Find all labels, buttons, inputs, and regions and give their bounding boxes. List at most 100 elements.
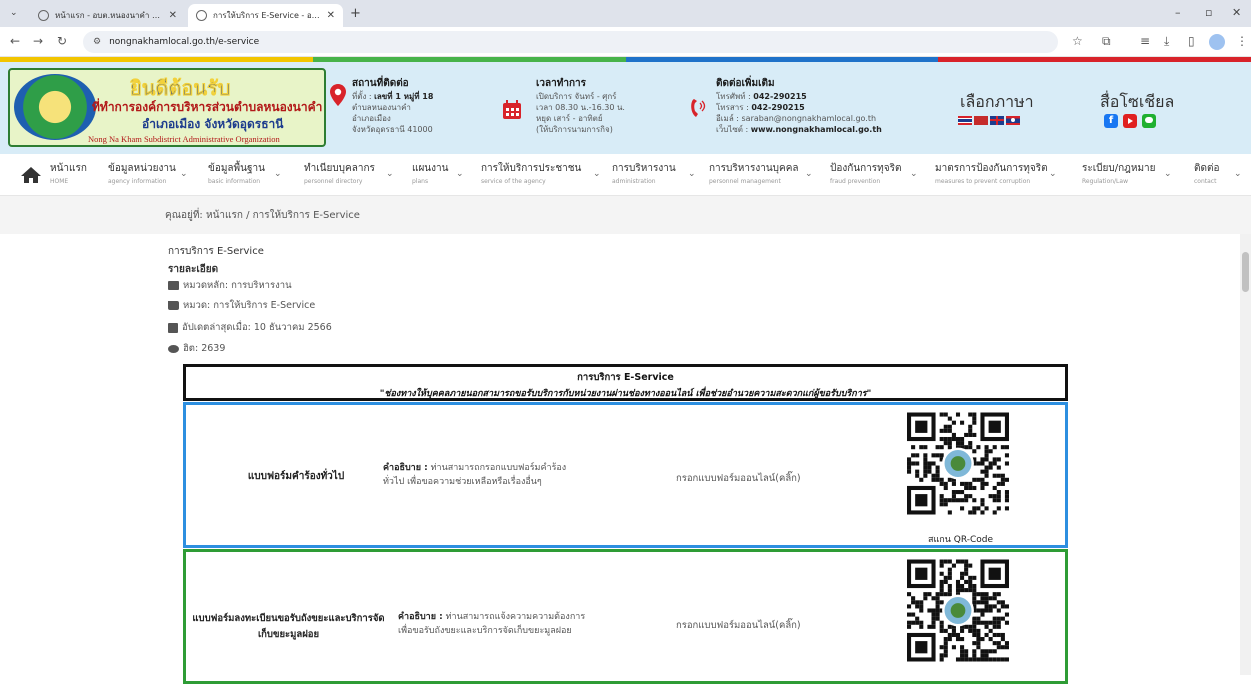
social-title: สื่อโซเชียล [1100,92,1175,111]
category-text[interactable]: หมวด: การให้บริการ E-Service [183,298,315,313]
main-category-text[interactable]: หมวดหลัก: การบริหารงาน [183,278,292,293]
close-tab-icon[interactable]: ✕ [327,10,335,21]
hits-text: ฮิต: 2639 [183,343,226,354]
calendar-small-icon [168,322,178,333]
nav-item-home[interactable]: หน้าแรก HOME [50,161,87,185]
site-logo[interactable]: ยินดีต้อนรับ ที่ทำการองค์การบริหารส่วนตำ… [8,68,326,147]
updated: อัปเดตล่าสุดเมื่อ: 10 ธันวาคม 2566 [168,320,332,335]
browser-tab-eservice[interactable]: การให้บริการ E-Service - อบต.หนอ ✕ [188,4,343,27]
url-text: nongnakhamlocal.go.th/e-service [109,37,260,47]
service-description: คำอธิบาย : ท่านสามารถกรอกแบบฟอร์มคำร้อง … [383,461,566,489]
sidepanel-icon[interactable]: ▯ [1188,34,1195,48]
site-header: ยินดีต้อนรับ ที่ทำการองค์การบริหารส่วนตำ… [0,62,1251,154]
page-scrollbar[interactable] [1240,234,1251,675]
eservice-banner: การบริการ E-Service "ช่องทางให้บุคคลภายน… [183,364,1068,401]
nav-item-basic-info[interactable]: ข้อมูลพื้นฐาน basic information ⌄ [208,161,282,185]
address-value: เลขที่ 1 หมู่ที่ 18 [374,92,434,101]
nav-sublabel: measures to prevent corruption [935,178,1031,185]
site-link[interactable]: www.nongnakhamlocal.go.th [751,125,882,134]
main-category: หมวดหลัก: การบริหารงาน [168,278,292,293]
description-label: คำอธิบาย : [383,463,428,473]
qr-code-image [907,412,1009,515]
language-flags [958,116,1020,125]
hours-line: (ให้บริการนามการกิจ) [536,125,613,134]
nav-item-regulation[interactable]: ระเบียบ/กฎหมาย Regulation/Law ⌄ [1082,161,1172,185]
phone-number[interactable]: 042-290215 [753,92,806,101]
nav-label: ระเบียบ/กฎหมาย [1082,163,1156,174]
nav-sublabel: basic information [208,178,261,185]
breadcrumb-text[interactable]: คุณอยู่ที่: หน้าแรก / การให้บริการ E-Ser… [165,208,360,223]
address-bar[interactable]: ⚙ nongnakhamlocal.go.th/e-service [83,31,1058,53]
chevron-down-icon: ⌄ [688,169,696,179]
fax-label: โทรสาร : [716,103,749,112]
youtube-icon[interactable] [1123,114,1137,128]
browser-tab-home[interactable]: หน้าแรก - อบต.หนองนาคำ อ.เมือง ✕ [30,4,185,27]
minimize-button[interactable]: – [1175,6,1181,19]
site-label: เว็บไซต์ : [716,125,749,134]
description-text: ท่านสามารถกรอกแบบฟอร์มคำร้อง [430,463,567,473]
favicon-icon [196,10,207,21]
nav-sublabel: HOME [50,178,69,185]
chevron-down-icon: ⌄ [386,169,394,179]
nav-item-administration[interactable]: การบริหารงาน administration ⌄ [612,161,696,185]
nav-label: มาตรการป้องกันการทุจริต [935,163,1048,174]
lao-flag-icon[interactable] [1006,116,1020,125]
fill-form-link[interactable]: กรอกแบบฟอร์มออนไลน์(คลิ๊ก) [676,471,801,486]
contact-title: สถานที่ติดต่อ [352,78,409,89]
forward-icon[interactable]: → [33,34,43,48]
phone-label: โทรศัพท์ : [716,92,751,101]
hours-title: เวลาทำการ [536,78,587,89]
maximize-button[interactable]: ▫ [1205,6,1212,19]
calendar-icon [503,100,521,119]
close-window-button[interactable]: ✕ [1232,6,1241,19]
favicon-icon [38,10,49,21]
banner-title: การบริการ E-Service [577,372,674,383]
thai-flag-icon[interactable] [958,116,972,125]
nav-item-agency-info[interactable]: ข้อมูลหน่วยงาน agency information ⌄ [108,161,188,185]
tab-list-icon[interactable]: ⌄ [10,8,18,18]
email-line[interactable]: อีเมล์ : saraban@nongnakhamlocal.go.th [716,113,882,124]
tab-title: หน้าแรก - อบต.หนองนาคำ อ.เมือง [55,11,163,20]
new-tab-button[interactable]: + [350,6,361,21]
menu-icon[interactable]: ⋮ [1236,34,1248,48]
social-links: f [1104,114,1156,128]
profile-avatar[interactable] [1209,34,1225,50]
line-icon[interactable] [1142,114,1156,128]
nav-item-anti-corruption[interactable]: มาตรการป้องกันการทุจริต measures to preve… [935,161,1057,185]
hours-line: เปิดบริการ จันทร์ - ศุกร์ [536,92,617,101]
hours-line: หยุด เสาร์ - อาทิตย์ [536,114,603,123]
media-icon[interactable]: ≡ [1140,34,1150,48]
nav-item-personnel[interactable]: ทำเนียบบุคลากร personnel directory ⌄ [304,161,394,185]
description-text: เพื่อขอรับถังขยะและบริการจัดเก็บขยะมูลฝอ… [398,626,572,636]
nav-item-personnel-management[interactable]: การบริหารงานบุคคล personnel management ⌄ [709,161,813,185]
home-icon[interactable] [20,166,42,184]
office-hours: เวลาทำการ เปิดบริการ จันทร์ - ศุกร์ เวลา… [536,78,625,135]
scrollbar-thumb[interactable] [1242,252,1249,292]
chevron-down-icon: ⌄ [593,169,601,179]
fill-form-link[interactable]: กรอกแบบฟอร์มออนไลน์(คลิ๊ก) [676,618,801,633]
nav-sublabel: fraud prevention [830,178,881,185]
download-icon[interactable]: ⤓ [1164,34,1169,49]
nav-item-contact[interactable]: ติดต่อ contact ⌄ [1194,161,1242,185]
qr-code-image [907,559,1009,662]
nav-label: ข้อมูลหน่วยงาน [108,163,176,174]
nav-item-plans[interactable]: แผนงาน plans ⌄ [412,161,464,185]
location-pin-icon [330,84,346,106]
service-name: แบบฟอร์มคำร้องทั่วไป [247,471,345,482]
uk-flag-icon[interactable] [990,116,1004,125]
bookmark-star-icon[interactable]: ☆ [1072,34,1083,48]
nav-item-fraud-prevention[interactable]: ป้องกันการทุจริต fraud prevention ⌄ [830,161,918,185]
more-title: ติดต่อเพิ่มเติม [716,78,775,89]
facebook-icon[interactable]: f [1104,114,1118,128]
chinese-flag-icon[interactable] [974,116,988,125]
nav-item-public-service[interactable]: การให้บริการประชาชน service of the agency… [481,161,601,185]
close-tab-icon[interactable]: ✕ [169,10,177,21]
extensions-icon[interactable]: ⧉ [1102,34,1111,49]
page-title: การบริการ E-Service [168,246,264,257]
logo-english-name: Nong Na Kham Subdistrict Administrative … [88,134,280,144]
phone-icon [691,99,706,117]
back-icon[interactable]: ← [10,34,20,48]
service-row-general-request: แบบฟอร์มคำร้องทั่วไป คำอธิบาย : ท่านสามา… [183,402,1068,548]
reload-icon[interactable]: ↻ [57,34,67,48]
site-info-icon[interactable]: ⚙ [93,37,101,47]
